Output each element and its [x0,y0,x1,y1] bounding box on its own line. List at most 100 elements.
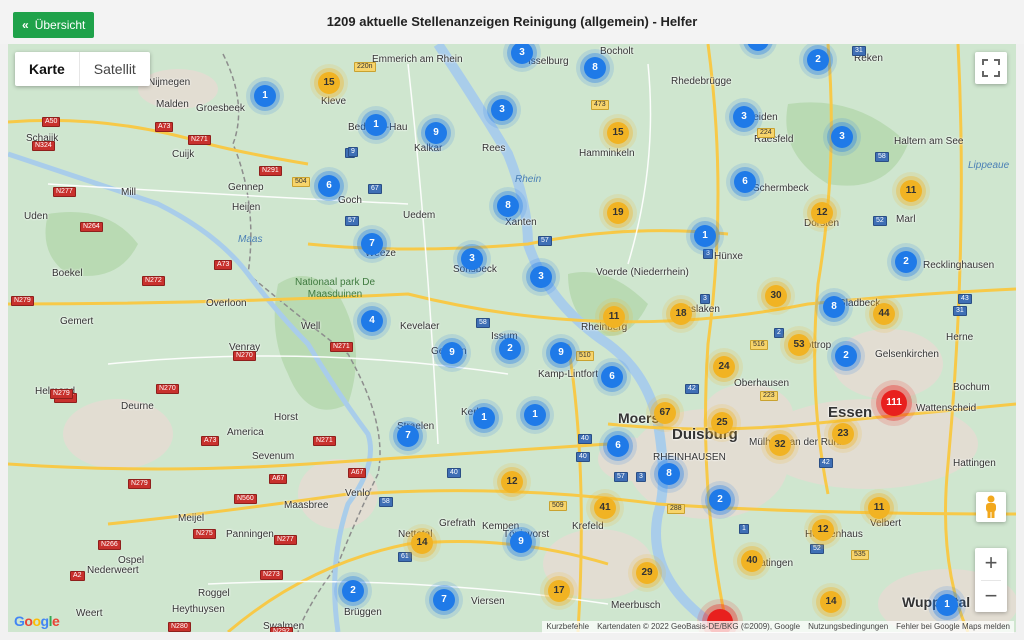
job-cluster-marker-blue[interactable]: 7 [433,589,455,611]
job-cluster-marker-yellow[interactable]: 25 [711,412,733,434]
road-number-shield: 67 [368,184,382,194]
fullscreen-icon [982,59,1000,77]
job-cluster-marker-blue[interactable]: 6 [601,366,623,388]
zoom-in-button[interactable]: + [975,548,1007,580]
road-number-shield: 510 [576,351,594,361]
place-label: Groesbeek [196,103,245,114]
job-cluster-marker-yellow[interactable]: 12 [501,471,523,493]
job-cluster-marker-blue[interactable]: 1 [936,594,958,616]
road-number-shield: A73 [201,436,220,446]
job-cluster-marker-yellow[interactable]: 23 [832,423,854,445]
place-label: Heijen [232,202,261,213]
road-number-shield: A67 [269,474,288,484]
job-cluster-marker-blue[interactable]: 3 [530,266,552,288]
place-label: Hünxe [714,251,743,262]
fullscreen-button[interactable] [975,52,1007,84]
place-label: Rees [482,143,506,154]
job-cluster-marker-yellow[interactable]: 41 [594,497,616,519]
job-cluster-marker-blue[interactable]: 6 [734,171,756,193]
job-cluster-marker-yellow[interactable]: 14 [411,532,433,554]
job-cluster-marker-blue[interactable]: 9 [550,342,572,364]
job-cluster-marker-blue[interactable]: 2 [709,489,731,511]
job-cluster-marker-yellow[interactable]: 15 [607,122,629,144]
job-cluster-marker-blue[interactable]: 7 [397,425,419,447]
job-cluster-marker-red[interactable]: 111 [881,390,907,416]
job-cluster-marker-yellow[interactable]: 30 [765,285,787,307]
road-number-shield: 61 [398,552,412,562]
map-type-satellite-button[interactable]: Satellit [80,52,150,86]
job-cluster-marker-yellow[interactable]: 12 [812,519,834,541]
map-canvas[interactable]: NijmegenMaldenGroesbeekKleveBedburg-HauS… [8,44,1016,632]
job-cluster-marker-blue[interactable]: 4 [361,310,383,332]
job-cluster-marker-blue[interactable]: 1 [694,225,716,247]
place-label: RHEINHAUSEN [653,452,726,463]
terms-link[interactable]: Nutzungsbedingungen [808,621,888,633]
job-cluster-marker-yellow[interactable]: 14 [820,591,842,613]
job-cluster-marker-blue[interactable]: 9 [441,342,463,364]
job-cluster-marker-blue[interactable]: 7 [361,233,383,255]
job-cluster-marker-yellow[interactable]: 12 [811,202,833,224]
street-view-pegman-button[interactable] [976,492,1006,522]
road-number-shield: N271 [188,135,211,145]
place-label: Meijel [178,513,205,524]
place-label: Kleve [321,96,347,107]
place-label: Isselburg [528,56,569,67]
job-cluster-marker-yellow[interactable]: 29 [636,562,658,584]
job-cluster-marker-yellow[interactable]: 24 [713,356,735,378]
job-cluster-marker-yellow[interactable]: 11 [900,180,922,202]
job-cluster-marker-yellow[interactable]: 17 [548,580,570,602]
road-number-shield: 58 [379,497,393,507]
job-cluster-marker-blue[interactable]: 2 [835,345,857,367]
job-cluster-marker-blue[interactable]: 1 [365,114,387,136]
job-cluster-marker-blue[interactable]: 3 [461,248,483,270]
job-cluster-marker-yellow[interactable]: 15 [318,72,340,94]
job-cluster-marker-yellow[interactable]: 67 [654,402,676,424]
report-error-link[interactable]: Fehler bei Google Maps melden [896,621,1010,633]
road-number-shield: N273 [260,570,283,580]
job-cluster-marker-blue[interactable]: 8 [497,195,519,217]
zoom-out-button[interactable]: − [975,581,1007,613]
place-label: Haltern am See [894,136,964,147]
job-cluster-marker-yellow[interactable]: 32 [769,434,791,456]
place-label: Brüggen [344,607,382,618]
place-label: Boekel [52,268,83,279]
place-label: Rhein [515,174,542,185]
map-type-karte-button[interactable]: Karte [15,52,79,86]
job-cluster-marker-yellow[interactable]: 40 [741,550,763,572]
job-cluster-marker-yellow[interactable]: 11 [868,497,890,519]
place-label: Overloon [206,298,247,309]
place-label: Uden [24,211,48,222]
job-cluster-marker-yellow[interactable]: 18 [670,303,692,325]
road-number-shield: 52 [810,544,824,554]
job-cluster-marker-blue[interactable]: 2 [895,251,917,273]
job-cluster-marker-blue[interactable]: 3 [733,106,755,128]
job-cluster-marker-yellow[interactable]: 53 [788,334,810,356]
job-cluster-marker-blue[interactable]: 3 [831,126,853,148]
road-number-shield: 3 [700,294,710,304]
job-cluster-marker-yellow[interactable]: 19 [607,202,629,224]
road-number-shield: 3 [703,249,713,259]
job-cluster-marker-blue[interactable]: 8 [823,296,845,318]
job-cluster-marker-blue[interactable]: 8 [658,463,680,485]
place-label: Oberhausen [734,378,790,389]
job-cluster-marker-blue[interactable]: 9 [425,122,447,144]
road-number-shield: 535 [851,550,869,560]
job-cluster-marker-blue[interactable]: 2 [499,338,521,360]
job-cluster-marker-yellow[interactable]: 11 [603,306,625,328]
google-logo[interactable]: Google [14,613,60,629]
job-cluster-marker-blue[interactable]: 3 [491,99,513,121]
road-number-shield: N324 [32,141,55,151]
job-cluster-marker-blue[interactable]: 2 [807,49,829,71]
job-cluster-marker-blue[interactable]: 1 [524,404,546,426]
keyboard-shortcuts-link[interactable]: Kurzbefehle [546,621,589,633]
job-cluster-marker-blue[interactable]: 2 [342,580,364,602]
job-cluster-marker-yellow[interactable]: 44 [873,303,895,325]
job-cluster-marker-blue[interactable]: 1 [254,85,276,107]
job-cluster-marker-blue[interactable]: 1 [473,407,495,429]
place-label: Kevelaer [400,321,440,332]
job-cluster-marker-blue[interactable]: 9 [510,531,532,553]
job-cluster-marker-blue[interactable]: 6 [318,175,340,197]
job-cluster-marker-blue[interactable]: 6 [607,435,629,457]
road-number-shield: 3 [636,472,646,482]
job-cluster-marker-blue[interactable]: 8 [584,57,606,79]
